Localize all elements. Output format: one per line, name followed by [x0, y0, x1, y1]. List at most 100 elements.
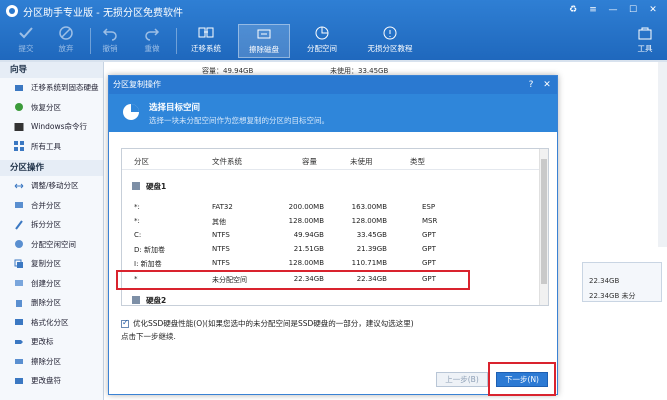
sidebar-item-allocate-free[interactable]: 分配空闲空间 [0, 235, 103, 255]
dialog-title-bar: 分区复制操作 ? ✕ [109, 76, 557, 94]
cell-partition: I: 新加卷 [134, 260, 162, 268]
cell-free: 163.00MB [351, 203, 387, 211]
sidebar-item-cmd[interactable]: Windows命令行 [0, 117, 103, 137]
skin-icon[interactable]: ♻ [563, 2, 583, 18]
sidebar-item-label: 迁移系统到固态硬盘 [31, 83, 99, 93]
sidebar-item-recover-partition[interactable]: 恢复分区 [0, 98, 103, 118]
sidebar-item-all-tools[interactable]: 所有工具 [0, 137, 103, 157]
window-controls: ♻ ≡ — ☐ ✕ [563, 2, 663, 18]
sidebar-item-label: 所有工具 [31, 141, 61, 151]
cell-fs: NTFS [212, 259, 230, 267]
cell-fs: FAT32 [212, 203, 233, 211]
unallocated-row-highlight [116, 270, 470, 290]
disk-group-1: 硬盘1 [122, 179, 540, 193]
table-row[interactable]: D: 新加卷 NTFS 21.51GB 21.39GB GPT [122, 243, 540, 257]
cell-free: 110.71MB [351, 259, 387, 267]
sidebar-item-label: 创建分区 [31, 278, 61, 288]
cell-capacity: 200.00MB [288, 203, 324, 211]
wipe-disk-label: 擦除磁盘 [249, 45, 279, 54]
table-row[interactable]: C: NTFS 49.94GB 33.45GB GPT [122, 229, 540, 243]
cell-capacity: 49.94GB [293, 231, 324, 239]
tutorial-button[interactable]: 无损分区教程 [358, 24, 422, 58]
bg-disk-block[interactable]: 22.34GB 22.34GB 未分 [582, 262, 662, 302]
format-icon [15, 319, 23, 326]
sidebar-item-format[interactable]: 格式化分区 [0, 313, 103, 333]
cell-type: ESP [422, 203, 436, 211]
migrate-system-button[interactable]: 迁移系统 [180, 24, 232, 58]
table-row[interactable]: *: 其他 128.00MB 128.00MB MSR [122, 215, 540, 229]
table-row[interactable]: *: FAT32 200.00MB 163.00MB ESP [122, 201, 540, 215]
grid-icon [14, 141, 24, 152]
cell-free: 21.39GB [356, 245, 387, 253]
sidebar-item-label: 合并分区 [31, 200, 61, 210]
redo-button[interactable]: 重做 [126, 24, 178, 58]
minimize-icon[interactable]: — [603, 2, 623, 18]
ssd-icon [15, 84, 23, 91]
submit-label: 提交 [18, 44, 34, 53]
terminal-icon [14, 122, 24, 131]
column-header-fs: 文件系统 [212, 157, 242, 166]
cell-partition: *: [134, 203, 140, 211]
cell-free: 128.00MB [351, 217, 387, 225]
allocate-space-button[interactable]: 分配空间 [296, 24, 348, 58]
help-icon[interactable]: ? [523, 76, 539, 94]
sidebar-item-delete[interactable]: 删除分区 [0, 293, 103, 313]
table-row[interactable]: I: 新加卷 NTFS 128.00MB 110.71MB GPT [122, 257, 540, 271]
list-scrollbar[interactable] [539, 149, 548, 305]
migrate-system-label: 迁移系统 [191, 44, 221, 53]
tools-button[interactable]: 工具 [627, 24, 663, 58]
close-icon[interactable]: ✕ [643, 2, 663, 18]
tools-label: 工具 [637, 44, 653, 53]
cell-capacity: 128.00MB [288, 259, 324, 267]
sidebar-item-copy[interactable]: 复制分区 [0, 254, 103, 274]
cell-type: GPT [422, 231, 436, 239]
sidebar-item-wipe[interactable]: 擦除分区 [0, 352, 103, 372]
maximize-icon[interactable]: ☐ [623, 2, 643, 18]
menu-icon[interactable]: ≡ [583, 2, 603, 18]
allocate-space-label: 分配空间 [307, 44, 337, 53]
discard-label: 放弃 [58, 44, 74, 53]
column-header-free: 未使用 [350, 157, 373, 166]
app-title: 分区助手专业版 - 无损分区免费软件 [23, 7, 183, 19]
redo-icon [145, 28, 160, 41]
check-icon [19, 27, 33, 39]
sidebar-item-change-label[interactable]: 更改标 [0, 332, 103, 352]
eraser-icon [15, 359, 23, 365]
cell-partition: C: [134, 231, 142, 239]
title-bar: 分区助手专业版 - 无损分区免费软件 ♻ ≡ — ☐ ✕ [0, 0, 667, 22]
delete-icon [16, 299, 22, 307]
cell-fs: NTFS [212, 245, 230, 253]
optimize-ssd-checkbox[interactable] [121, 318, 129, 328]
next-button-highlight [488, 362, 556, 396]
dialog-header-subtitle: 选择一块未分配空间作为您想复制的分区的目标空间。 [149, 116, 329, 125]
column-header-capacity: 容量 [302, 157, 317, 166]
sidebar-item-label: 更改盘符 [31, 376, 61, 386]
sidebar-item-merge[interactable]: 合并分区 [0, 196, 103, 216]
sidebar-item-change-letter[interactable]: 更改盘符 [0, 371, 103, 391]
sidebar-item-label: 调整/移动分区 [31, 181, 79, 191]
sidebar-item-label: 删除分区 [31, 298, 61, 308]
allocate-icon [315, 26, 329, 40]
migrate-icon [198, 27, 214, 38]
pie-icon [15, 240, 23, 249]
app-logo-icon [6, 5, 18, 17]
prev-button[interactable]: 上一步(B) [436, 372, 488, 387]
sidebar-item-label: 擦除分区 [31, 356, 61, 366]
optimize-ssd-label: 优化SSD硬盘性能(O)(如果您选中的未分配空间是SSD硬盘的一部分，建议勾选这… [133, 319, 414, 328]
sidebar-item-split[interactable]: 拆分分区 [0, 215, 103, 235]
dialog-close-icon[interactable]: ✕ [539, 76, 555, 94]
cell-capacity: 128.00MB [288, 217, 324, 225]
sidebar-item-label: Windows命令行 [31, 122, 87, 132]
scrollbar-thumb[interactable] [541, 159, 547, 284]
toolbar: 提交 放弃 撤销 重做 迁移系统 擦除磁盘 分配空间 无损分区教程 工具 [0, 24, 667, 58]
bg-disk-text: 22.34GB 未分 [589, 292, 636, 300]
sidebar-item-migrate-ssd[interactable]: 迁移系统到固态硬盘 [0, 78, 103, 98]
optimize-ssd-option[interactable]: 优化SSD硬盘性能(O)(如果您选中的未分配空间是SSD硬盘的一部分，建议勾选这… [121, 318, 414, 329]
cell-capacity: 21.51GB [293, 245, 324, 253]
sidebar-item-label: 恢复分区 [31, 102, 61, 112]
main-scrollbar[interactable] [658, 62, 667, 247]
sidebar-item-create[interactable]: 创建分区 [0, 274, 103, 294]
sidebar-item-resize[interactable]: 调整/移动分区 [0, 176, 103, 196]
wipe-disk-button[interactable]: 擦除磁盘 [238, 24, 290, 58]
disk-label: 硬盘2 [146, 296, 167, 305]
